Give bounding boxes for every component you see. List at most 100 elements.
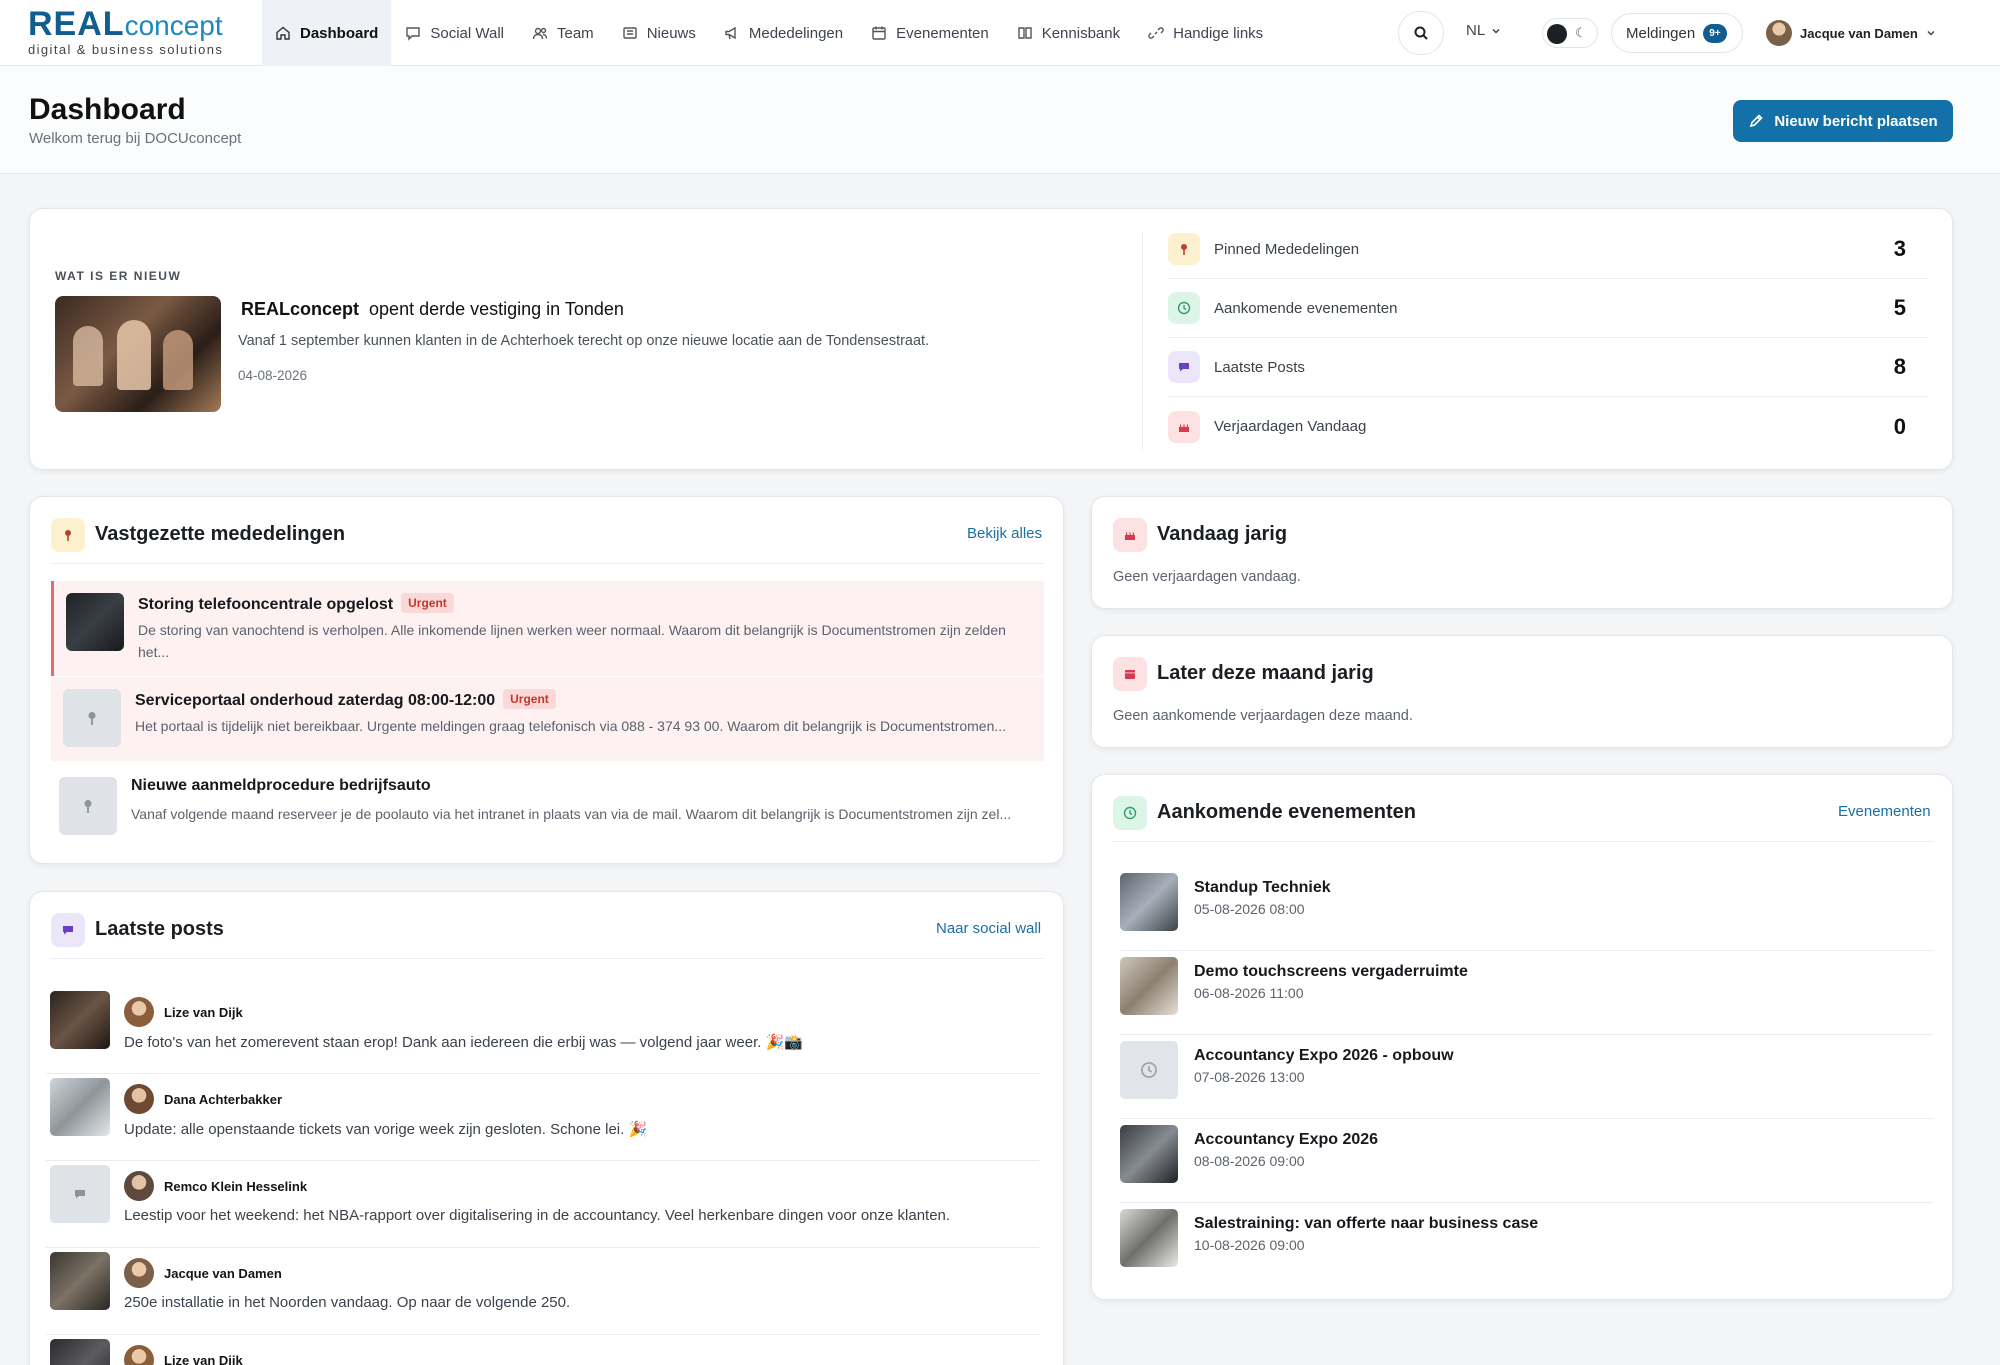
nav-nieuws[interactable]: Nieuws <box>608 0 710 66</box>
event-item[interactable]: Accountancy Expo 2026 08-08-2026 09:00 <box>1120 1119 1933 1203</box>
calendar-icon <box>872 26 886 40</box>
announcement-title: Storing telefooncentrale opgelost <box>138 596 394 613</box>
event-image <box>1120 1209 1178 1267</box>
clock-icon <box>1120 1041 1178 1099</box>
event-title: Standup Techniek <box>1194 879 1331 896</box>
top-navigation: REALconcept digital & business solutions… <box>0 0 2000 66</box>
event-date: 05-08-2026 08:00 <box>1194 901 1305 917</box>
pin-icon <box>59 777 117 835</box>
post-item[interactable]: Remco Klein Hesselink Leestip voor het w… <box>46 1161 1039 1248</box>
event-date: 10-08-2026 09:00 <box>1194 1237 1305 1253</box>
event-item[interactable]: Salestraining: van offerte naar business… <box>1120 1203 1933 1287</box>
post-author: Dana Achterbakker <box>164 1092 283 1107</box>
main-menu: Dashboard Social Wall Team Nieuws Medede… <box>262 0 1277 66</box>
dark-mode-icon <box>1547 24 1567 44</box>
post-image <box>50 1252 110 1310</box>
search-button[interactable] <box>1398 11 1444 55</box>
stat-birthdays[interactable]: Verjaardagen Vandaag 0 <box>1168 397 1928 456</box>
cake-icon <box>1168 410 1200 443</box>
events-link[interactable]: Evenementen <box>1838 803 1931 820</box>
announcement-description: Het portaal is tijdelijk niet bereikbaar… <box>135 718 1007 734</box>
section-title: Later deze maand jarig <box>1157 662 1374 684</box>
event-date: 07-08-2026 13:00 <box>1194 1069 1305 1085</box>
pinned-announcements-card: Vastgezette mededelingen Bekijk alles St… <box>29 496 1064 864</box>
brand-logo[interactable]: REALconcept digital & business solutions <box>28 7 224 57</box>
pin-icon <box>63 689 121 747</box>
post-item[interactable]: Lize van Dijk <box>46 1335 1039 1365</box>
event-item[interactable]: Demo touchscreens vergaderruimte 06-08-2… <box>1120 951 1933 1035</box>
announcement-item[interactable]: Nieuwe aanmeldprocedure bedrijfsauto Van… <box>51 765 1044 847</box>
nav-kennisbank[interactable]: Kennisbank <box>1003 0 1134 66</box>
event-title: Demo touchscreens vergaderruimte <box>1194 963 1468 980</box>
moon-icon: ☾ <box>1575 25 1587 40</box>
section-divider <box>1113 841 1933 842</box>
event-image <box>1120 957 1178 1015</box>
chevron-down-icon <box>1927 30 1935 36</box>
avatar <box>124 997 154 1027</box>
event-item[interactable]: Accountancy Expo 2026 - opbouw 07-08-202… <box>1120 1035 1933 1119</box>
view-all-link[interactable]: Bekijk alles <box>967 525 1042 542</box>
nav-evenementen[interactable]: Evenementen <box>857 0 1003 66</box>
news-date: 04-08-2026 <box>238 368 308 383</box>
announcement-description: Vanaf volgende maand reserveer je de poo… <box>131 806 1012 822</box>
event-image <box>1120 873 1178 931</box>
brand-tagline: digital & business solutions <box>28 42 224 57</box>
new-post-button[interactable]: Nieuw bericht plaatsen <box>1733 100 1953 142</box>
post-author: Lize van Dijk <box>164 1353 243 1365</box>
event-item[interactable]: Standup Techniek 05-08-2026 08:00 <box>1120 867 1933 951</box>
megaphone-icon <box>725 26 736 40</box>
post-author: Lize van Dijk <box>164 1005 243 1020</box>
stats-list: Pinned Mededelingen 3 Aankomende eveneme… <box>1168 209 1928 471</box>
stat-events[interactable]: Aankomende evenementen 5 <box>1168 279 1928 338</box>
section-title: Vandaag jarig <box>1157 523 1288 545</box>
stat-posts[interactable]: Laatste Posts 8 <box>1168 338 1928 397</box>
nav-social-wall[interactable]: Social Wall <box>391 0 518 66</box>
news-image[interactable] <box>55 296 221 412</box>
section-divider <box>51 958 1044 959</box>
stat-pinned[interactable]: Pinned Mededelingen 3 <box>1168 220 1928 279</box>
event-date: 06-08-2026 11:00 <box>1194 985 1304 1001</box>
user-menu[interactable]: Jacque van Damen <box>1766 20 1936 46</box>
event-title: Salestraining: van offerte naar business… <box>1194 1215 1539 1232</box>
avatar <box>1766 20 1792 46</box>
clock-icon <box>1113 796 1147 830</box>
search-icon <box>1414 26 1428 40</box>
announcement-item[interactable]: Serviceportaal onderhoud zaterdag 08:00-… <box>51 677 1044 761</box>
news-title[interactable]: REALconcept opent derde vestiging in Ton… <box>241 299 624 320</box>
post-item[interactable]: Dana Achterbakker Update: alle openstaan… <box>46 1074 1039 1161</box>
announcement-title: Nieuwe aanmeldprocedure bedrijfsauto <box>131 777 431 794</box>
avatar <box>124 1258 154 1288</box>
section-title: Laatste posts <box>95 918 224 940</box>
message-icon <box>51 913 85 947</box>
announcement-item[interactable]: Storing telefooncentrale opgelost Urgent … <box>51 581 1044 676</box>
post-item[interactable]: Lize van Dijk De foto's van het zomereve… <box>46 987 1039 1074</box>
theme-toggle[interactable]: ☾ <box>1542 18 1598 48</box>
urgent-badge: Urgent <box>401 593 454 613</box>
whats-new-overline: WAT IS ER NIEUW <box>55 269 182 283</box>
announcement-description: De storing van vanochtend is verholpen. … <box>138 622 1006 660</box>
post-item[interactable]: Jacque van Damen 250e installatie in het… <box>46 1248 1039 1335</box>
nav-mededelingen[interactable]: Mededelingen <box>710 0 857 66</box>
users-icon <box>532 27 548 40</box>
news-description: Vanaf 1 september kunnen klanten in de A… <box>238 333 930 349</box>
nav-team[interactable]: Team <box>518 0 608 66</box>
brand-name-strong: REAL <box>28 5 125 43</box>
avatar <box>124 1084 154 1114</box>
section-divider <box>51 563 1044 564</box>
social-wall-link[interactable]: Naar social wall <box>936 920 1041 937</box>
notifications-button[interactable]: Meldingen 9+ <box>1611 13 1743 53</box>
language-select[interactable]: NL <box>1466 22 1501 39</box>
card-divider <box>1142 233 1143 451</box>
nav-handige-links[interactable]: Handige links <box>1134 0 1277 66</box>
book-icon <box>1018 27 1032 39</box>
calendar-icon <box>1113 657 1147 691</box>
page-subtitle: Welkom terug bij DOCUconcept <box>29 130 242 147</box>
nav-dashboard[interactable]: Dashboard <box>262 0 392 66</box>
pin-icon <box>1168 233 1200 265</box>
post-text: Leestip voor het weekend: het NBA-rappor… <box>124 1207 951 1224</box>
upcoming-events-card: Aankomende evenementen Evenementen Stand… <box>1091 774 1953 1300</box>
pencil-icon <box>1750 114 1763 128</box>
home-icon <box>276 26 290 40</box>
whats-new-card: WAT IS ER NIEUW REALconcept opent derde … <box>29 208 1953 470</box>
post-image <box>50 1078 110 1136</box>
